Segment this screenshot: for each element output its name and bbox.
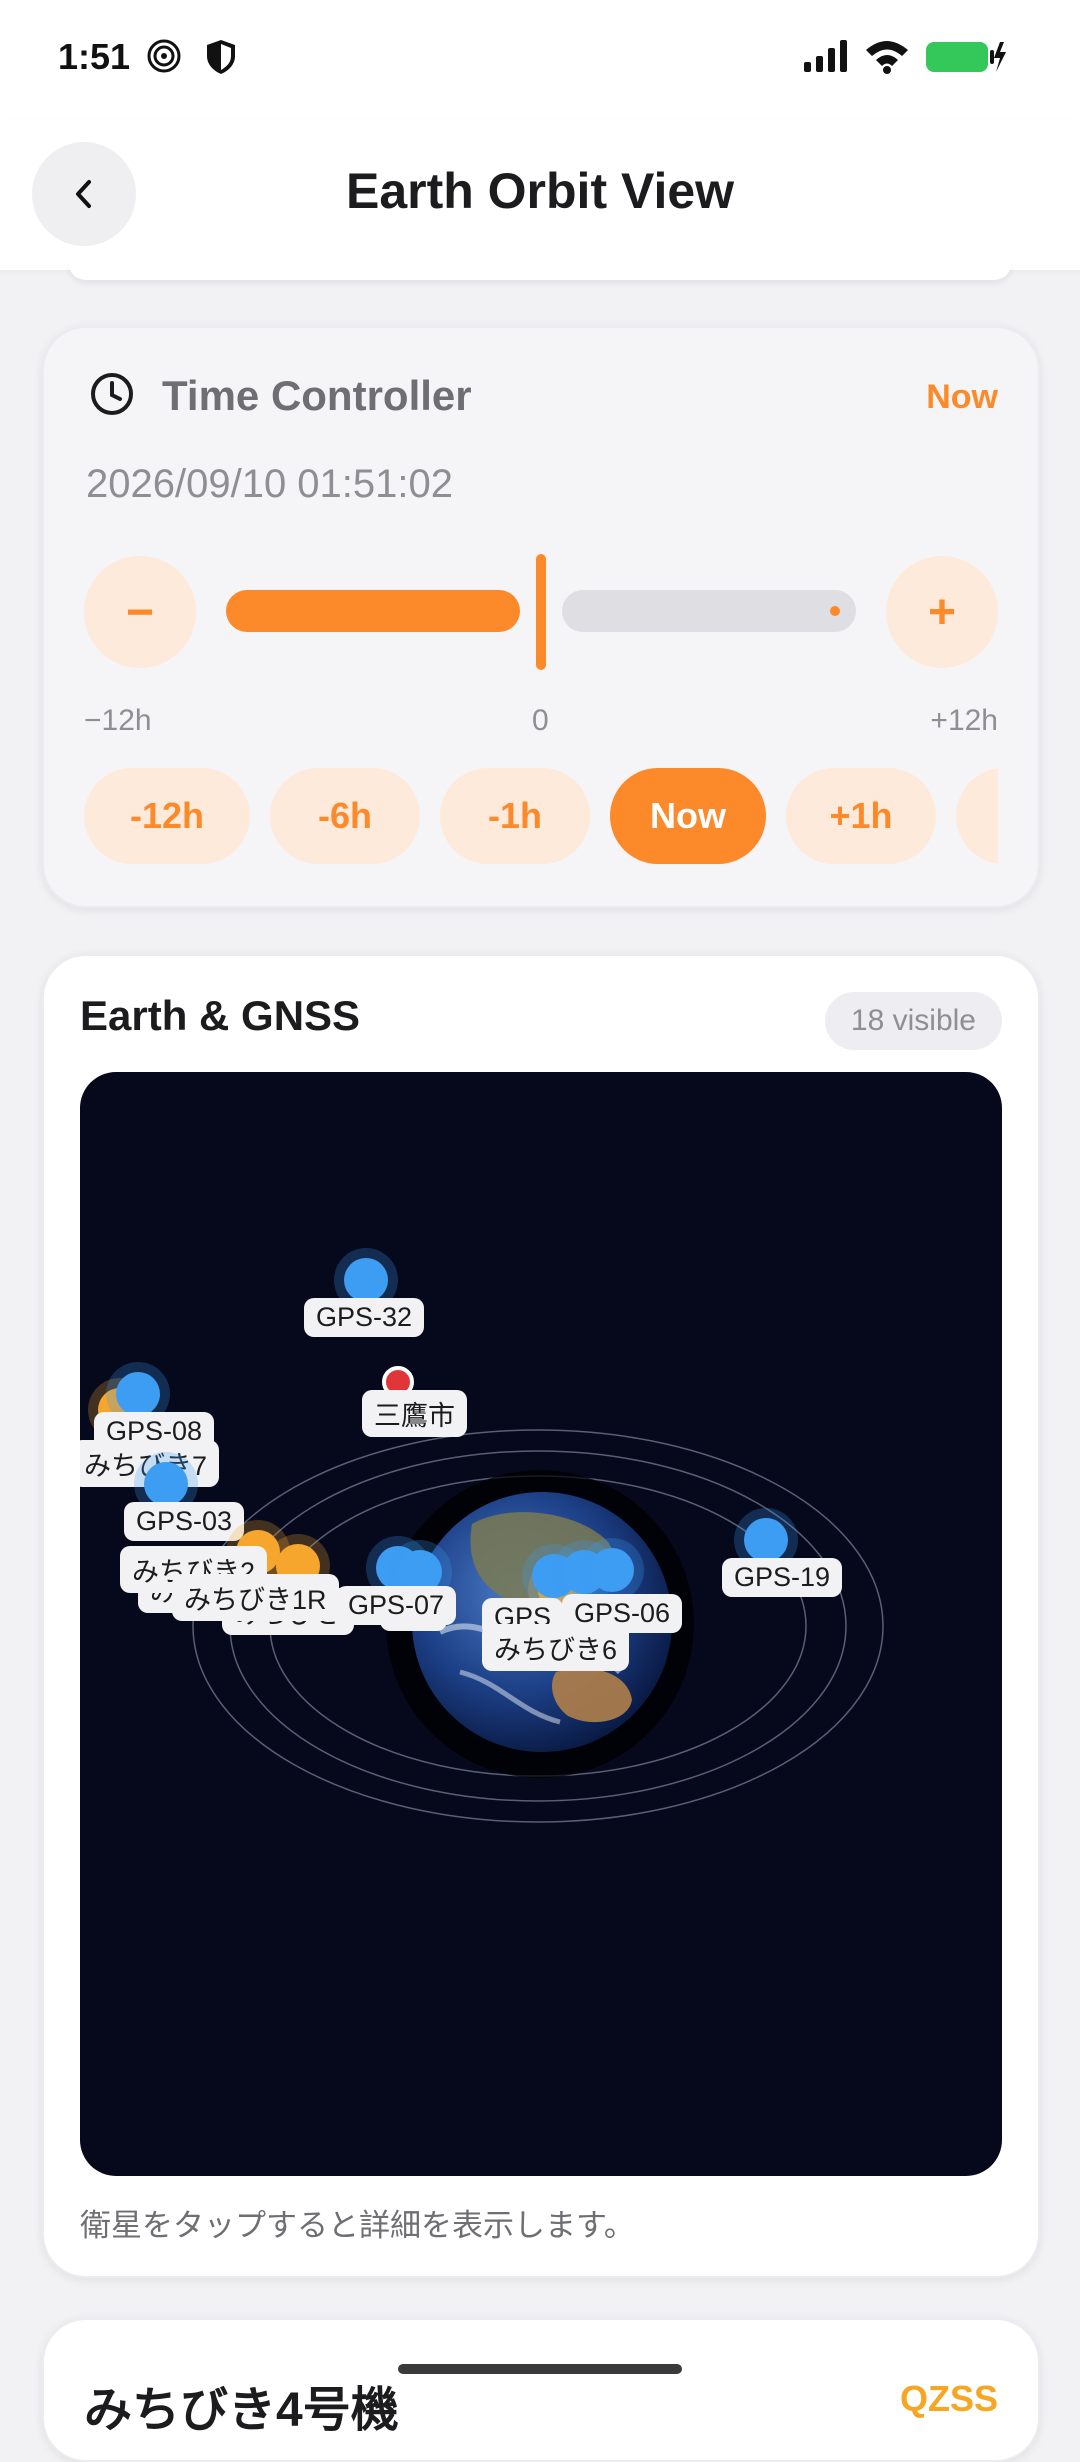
home-indicator[interactable] — [398, 2364, 682, 2374]
satellite-label: GPS-03 — [124, 1502, 245, 1541]
satellite-gps-19[interactable] — [744, 1518, 788, 1562]
battery-icon — [926, 42, 1006, 72]
page-title: Earth Orbit View — [345, 163, 735, 219]
status-time: 1:51 — [58, 36, 131, 77]
slider-mid-label: 0 — [532, 704, 549, 737]
slider-max-label: +12h — [930, 704, 998, 737]
satellite-label: みちびき1R — [172, 1574, 339, 1621]
wifi-icon — [866, 41, 908, 74]
clock-icon — [91, 373, 133, 415]
earth-gnss-title: Earth & GNSS — [80, 992, 361, 1039]
slider-min-label: −12h — [84, 704, 152, 737]
chip-minus-1h[interactable]: -1h — [440, 768, 590, 864]
shield-icon — [207, 40, 235, 74]
time-controller-title: Time Controller — [162, 372, 472, 419]
satellite-label: GPS-19 — [722, 1558, 843, 1597]
location-label: 三鷹市 — [362, 1390, 467, 1437]
chip-minus-6h[interactable]: -6h — [270, 768, 420, 864]
time-slider-past-track[interactable] — [226, 590, 520, 632]
decrease-time-button[interactable]: − — [84, 556, 196, 668]
visible-count-badge: 18 visible — [824, 992, 1002, 1050]
focus-mode-icon — [147, 39, 181, 73]
earth-gnss-card: Earth & GNSS 18 visible 三鷹市 GPS-32 GPS-0… — [42, 954, 1040, 2278]
time-controller-card: Time Controller Now 2026/09/10 01:51:02 … — [42, 326, 1040, 908]
increase-time-button[interactable]: + — [886, 556, 998, 668]
chip-partial[interactable] — [956, 768, 998, 864]
status-bar: 1:51 — [0, 0, 1080, 120]
constellation-badge: QZSS — [899, 2378, 998, 2419]
satellite-gps-03[interactable] — [144, 1462, 188, 1506]
chip-now[interactable]: Now — [610, 768, 766, 864]
navigation-bar: Earth Orbit View — [0, 120, 1080, 270]
satellite-label: GPS-32 — [304, 1298, 425, 1337]
time-slider-future-track[interactable] — [562, 590, 856, 632]
time-offset-chips: -12h -6h -1h Now +1h — [84, 768, 998, 864]
time-slider-end-dot — [830, 606, 840, 616]
now-link[interactable]: Now — [926, 378, 998, 417]
satellite-label: みちびき6 — [482, 1624, 630, 1671]
satellite-detail-card[interactable]: みちびき4号機 QZSS — [42, 2318, 1040, 2462]
satellite-label: GPS-07 — [336, 1586, 457, 1625]
satellite-gps-32[interactable] — [344, 1258, 388, 1302]
time-slider-handle[interactable] — [536, 554, 546, 670]
chip-plus-1h[interactable]: +1h — [786, 768, 936, 864]
previous-card-edge — [68, 262, 1012, 280]
satellite-gps-06[interactable] — [590, 1548, 634, 1592]
current-datetime: 2026/09/10 01:51:02 — [86, 462, 454, 506]
chip-minus-12h[interactable]: -12h — [84, 768, 250, 864]
tap-hint-text: 衛星をタップすると詳細を表示します。 — [80, 2208, 635, 2243]
satellite-gps-08[interactable] — [116, 1372, 160, 1416]
signal-icon — [804, 40, 847, 72]
orbit-view-canvas[interactable]: 三鷹市 GPS-32 GPS-08 みちびき7 GPS-03 みちびき み みち… — [80, 1072, 1002, 2176]
satellite-card-title: みちびき4号機 — [84, 2384, 399, 2437]
